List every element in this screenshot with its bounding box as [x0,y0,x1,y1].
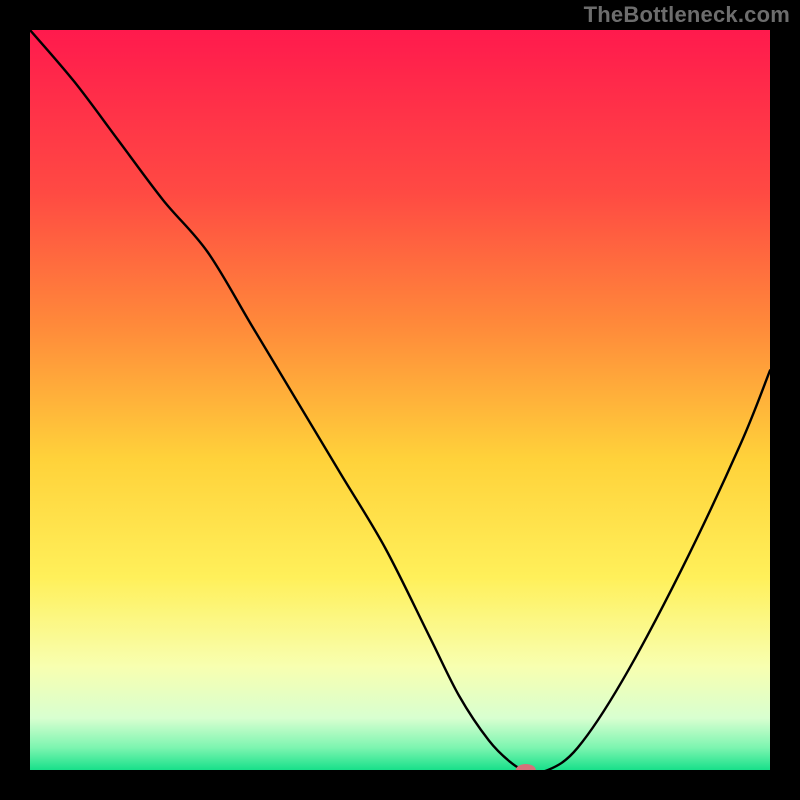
watermark-label: TheBottleneck.com [584,2,790,28]
chart-frame: TheBottleneck.com [0,0,800,800]
plot-area [30,30,770,770]
bottleneck-plot [30,30,770,770]
gradient-background [30,30,770,770]
